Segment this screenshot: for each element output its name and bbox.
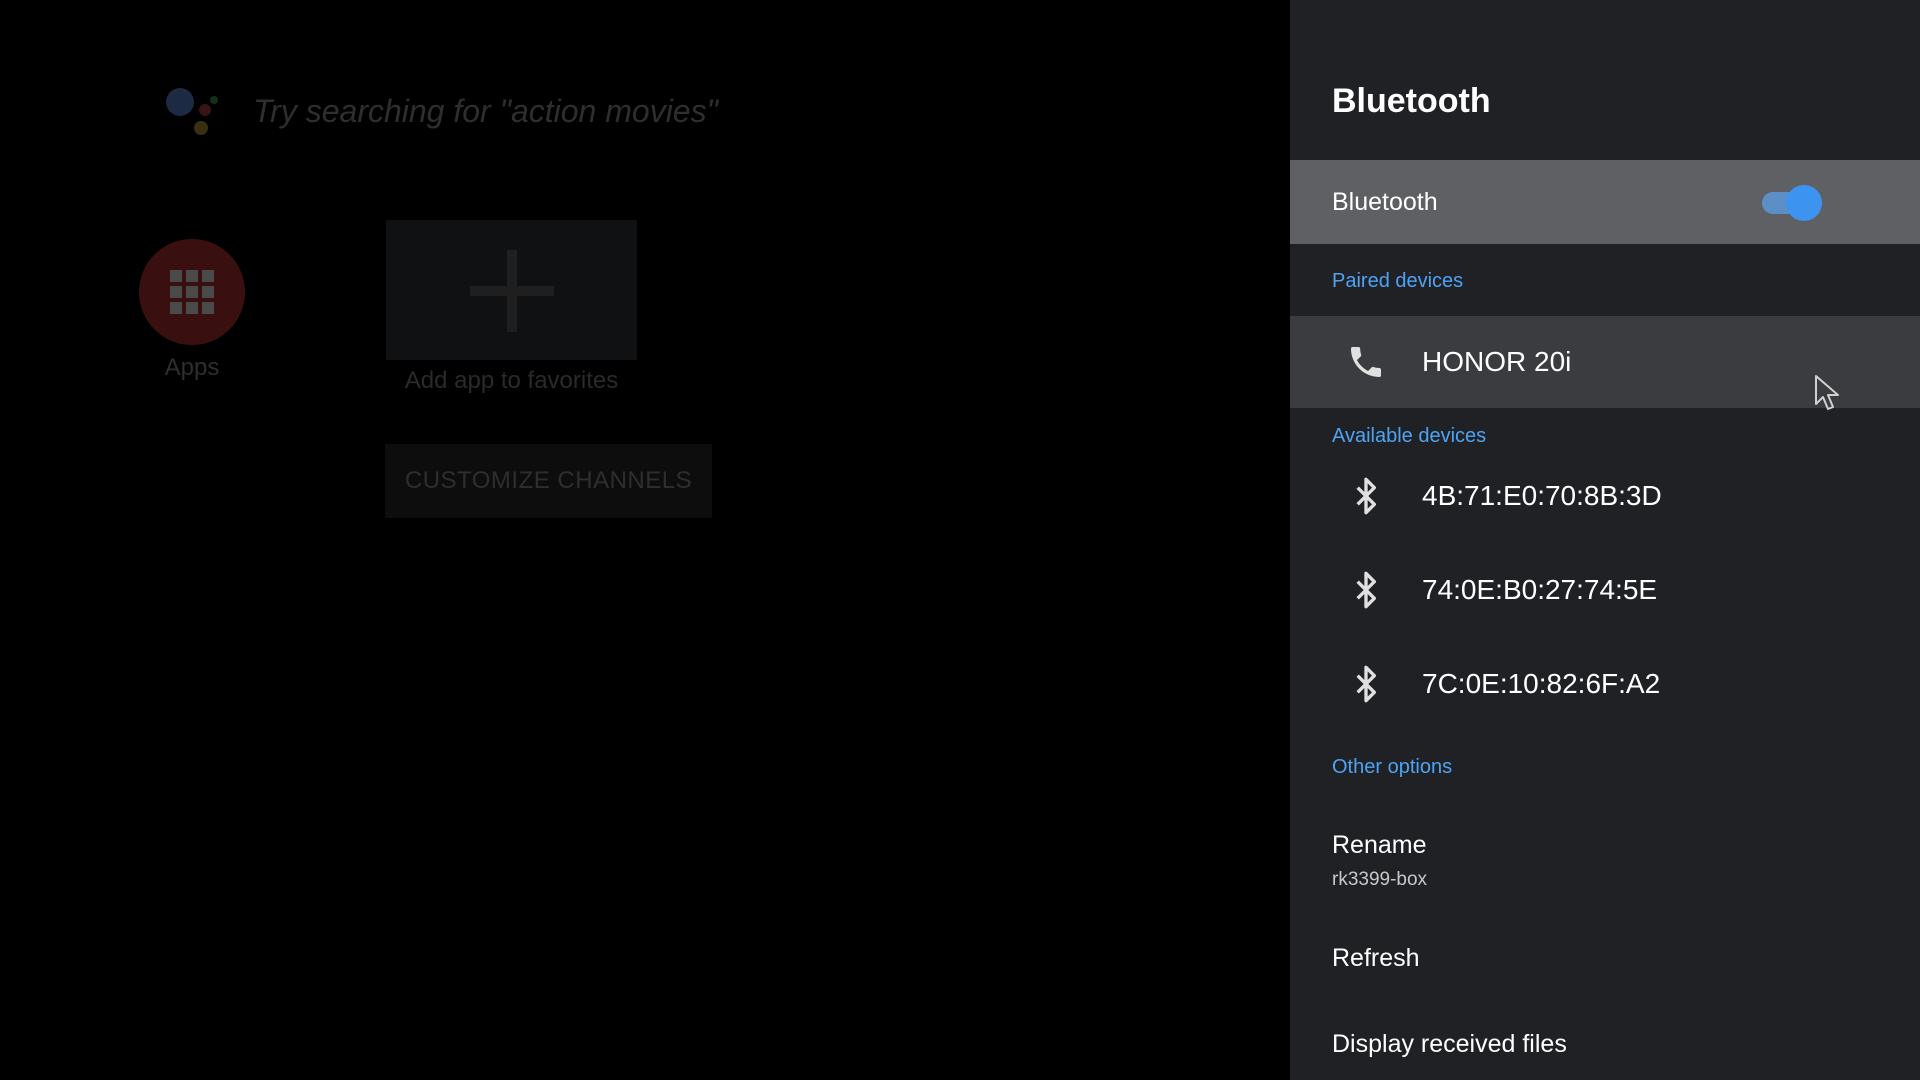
rename-title: Rename — [1332, 831, 1427, 859]
add-favorite-label: Add app to favorites — [404, 367, 619, 394]
available-device-1[interactable]: 4B:71:E0:70:8B:3D — [1290, 450, 1920, 542]
bluetooth-icon — [1356, 571, 1376, 609]
bluetooth-icon — [1356, 477, 1376, 515]
switch-thumb — [1786, 185, 1822, 221]
rename-subtitle: rk3399-box — [1332, 869, 1428, 890]
panel-title: Bluetooth — [1332, 82, 1491, 120]
device-name: HONOR 20i — [1422, 346, 1572, 377]
add-favorite-button[interactable] — [386, 220, 637, 360]
bluetooth-icon — [1356, 665, 1376, 703]
refresh-title: Refresh — [1332, 944, 1420, 972]
device-name: 4B:71:E0:70:8B:3D — [1422, 480, 1662, 511]
apps-label: Apps — [164, 354, 220, 381]
plus-icon-vertical — [507, 250, 517, 332]
bluetooth-settings-panel: Bluetooth Bluetooth Paired devices HONOR… — [1290, 0, 1920, 1080]
device-name: 74:0E:B0:27:74:5E — [1422, 574, 1658, 605]
bluetooth-toggle-row[interactable]: Bluetooth — [1290, 160, 1920, 244]
customize-channels-button[interactable]: CUSTOMIZE CHANNELS — [385, 444, 712, 518]
search-hint[interactable]: Try searching for "action movies" — [253, 93, 718, 130]
mouse-pointer-icon — [1815, 375, 1839, 410]
launcher-background: Try searching for "action movies" Apps A… — [0, 0, 1290, 1080]
available-device-2[interactable]: 74:0E:B0:27:74:5E — [1290, 544, 1920, 636]
available-device-3[interactable]: 7C:0E:10:82:6F:A2 — [1290, 638, 1920, 730]
apps-button[interactable] — [139, 239, 245, 345]
display-received-files-option[interactable]: Display received files — [1290, 1016, 1920, 1076]
google-assistant-icon — [166, 88, 218, 135]
rename-option[interactable]: Rename rk3399-box — [1290, 815, 1920, 895]
device-name: 7C:0E:10:82:6F:A2 — [1422, 668, 1661, 699]
available-devices-header: Available devices — [1332, 425, 1487, 447]
received-files-title: Display received files — [1332, 1030, 1567, 1058]
phone-icon — [1351, 347, 1381, 377]
paired-devices-header: Paired devices — [1332, 270, 1464, 292]
bluetooth-switch[interactable] — [1758, 184, 1824, 222]
bluetooth-toggle-label: Bluetooth — [1332, 188, 1438, 216]
other-options-header: Other options — [1332, 756, 1453, 778]
refresh-option[interactable]: Refresh — [1290, 930, 1920, 990]
apps-grid-icon — [170, 270, 214, 314]
